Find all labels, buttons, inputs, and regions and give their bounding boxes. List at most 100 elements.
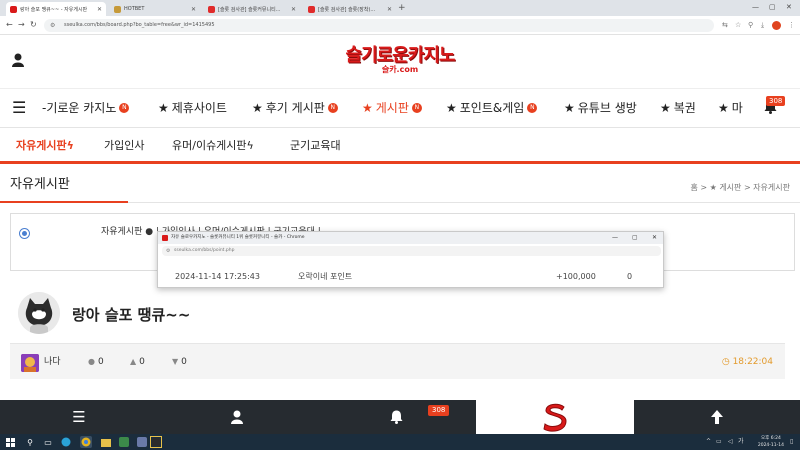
search-icon[interactable]: ⚲ bbox=[24, 436, 36, 448]
youtube-favicon-icon bbox=[308, 5, 315, 13]
translate-icon[interactable]: ⇆ bbox=[722, 19, 728, 31]
main-nav: ☰ -기로운 카지노 N ★ 제휴사이트 ★ 후기 게시판 N ★ 게시판 N … bbox=[0, 88, 800, 128]
network-icon[interactable]: ▭ bbox=[716, 437, 722, 447]
nav-item-label: 복권 bbox=[673, 101, 696, 115]
user-icon[interactable] bbox=[12, 53, 24, 71]
post-title: 랑아 슬포 땡큐~~ bbox=[72, 306, 191, 324]
browser-menu-icon[interactable]: ⋮ bbox=[788, 19, 795, 31]
tray-chevron-icon[interactable]: ^ bbox=[706, 437, 711, 447]
site-logo[interactable]: 슬기로운카지노 슬카.com bbox=[334, 46, 466, 75]
subnav-item-label: 자유게시판 bbox=[16, 139, 67, 152]
sub-nav: 자유게시판ϟ 가입인사 유머/이슈게시판ϟ 군기교육대 bbox=[0, 129, 800, 164]
hamburger-menu-icon[interactable]: ☰ bbox=[12, 100, 26, 116]
close-tab-icon[interactable]: ✕ bbox=[97, 6, 102, 13]
site-info-icon[interactable]: ⚙ bbox=[50, 19, 55, 32]
file-explorer-icon[interactable] bbox=[100, 436, 112, 448]
forward-icon[interactable]: → bbox=[18, 19, 25, 31]
like-count[interactable]: ▲ 0 bbox=[130, 356, 145, 368]
close-window-icon[interactable]: ✕ bbox=[786, 1, 792, 13]
nav-item-label: 후기 게시판 bbox=[265, 101, 325, 115]
app-icon[interactable] bbox=[118, 436, 130, 448]
browser-tab[interactable]: [슬롯 검사관] 슬롯커뮤니티... ✕ bbox=[204, 2, 300, 16]
new-badge: N bbox=[411, 103, 422, 113]
close-tab-icon[interactable]: ✕ bbox=[191, 6, 196, 13]
subnav-item-discipline[interactable]: 군기교육대 bbox=[290, 139, 341, 153]
star-icon: ★ bbox=[660, 101, 671, 115]
star-icon: ★ bbox=[718, 101, 729, 115]
bottom-bell-icon[interactable] bbox=[316, 400, 476, 434]
close-tab-icon[interactable]: ✕ bbox=[387, 6, 392, 13]
star-icon: ★ bbox=[564, 101, 575, 115]
minimize-icon[interactable]: — bbox=[612, 232, 618, 244]
windows-start-icon[interactable] bbox=[4, 436, 16, 448]
breadcrumb: 홈 > ★ 게시판 > 자유게시판 bbox=[690, 183, 790, 192]
close-tab-icon[interactable]: ✕ bbox=[291, 6, 296, 13]
category-radio[interactable] bbox=[19, 228, 30, 239]
taskbar-clock[interactable]: 오후 6:24 2024-11-14 bbox=[758, 435, 784, 449]
subnav-item-humor[interactable]: 유머/이슈게시판ϟ bbox=[172, 139, 254, 153]
post-author[interactable]: 나다 bbox=[44, 356, 61, 368]
task-view-icon[interactable]: ▭ bbox=[42, 436, 54, 448]
notification-count-badge: 308 bbox=[766, 96, 786, 106]
bookmark-star-icon[interactable]: ☆ bbox=[735, 19, 741, 31]
maximize-icon[interactable]: ▢ bbox=[632, 232, 638, 244]
nav-item-board[interactable]: ★ 게시판 N bbox=[362, 101, 422, 115]
subnav-item-greetings[interactable]: 가입인사 bbox=[104, 139, 144, 153]
nav-item-label: 마 bbox=[731, 101, 743, 115]
scroll-top-icon[interactable] bbox=[634, 400, 800, 434]
edge-icon[interactable] bbox=[60, 436, 72, 448]
new-tab-icon[interactable]: + bbox=[398, 2, 406, 14]
nav-item-points-games[interactable]: ★ 포인트&게임 N bbox=[446, 101, 538, 115]
maximize-icon[interactable]: ▢ bbox=[769, 1, 776, 13]
chrome-icon[interactable] bbox=[80, 436, 92, 448]
nav-item-label: 유튜브 생방 bbox=[577, 101, 637, 115]
logo-sub-text: 슬카.com bbox=[381, 65, 419, 74]
url-input[interactable]: ⚙ sseulka.com/bbs/board.php?bo_table=fre… bbox=[44, 19, 714, 32]
star-icon: ★ bbox=[158, 101, 169, 115]
nav-item-lottery[interactable]: ★ 복권 bbox=[660, 101, 696, 115]
close-window-icon[interactable]: ✕ bbox=[652, 232, 657, 244]
nav-item-casino[interactable]: -기로운 카지노 N bbox=[42, 101, 130, 115]
subnav-item-free-board[interactable]: 자유게시판ϟ bbox=[16, 139, 74, 153]
nav-item-youtube[interactable]: ★ 유튜브 생방 bbox=[564, 101, 637, 115]
browser-tab[interactable]: HOTBET ✕ bbox=[110, 2, 200, 16]
minimize-icon[interactable]: — bbox=[752, 1, 759, 13]
author-avatar[interactable] bbox=[18, 292, 60, 334]
clock-time: 오후 6:24 bbox=[761, 436, 781, 441]
popup-titlebar[interactable]: 자유 슬로우카지노 - 슬롯커뮤니티 1위 슬롯커뮤니티 - 슬카 - Chro… bbox=[158, 232, 663, 244]
dislike-count[interactable]: ▼ 0 bbox=[172, 356, 187, 368]
download-icon[interactable]: ⤓ bbox=[761, 19, 764, 31]
nav-item-label: 제휴사이트 bbox=[171, 101, 227, 115]
bottom-menu-icon[interactable]: ☰ bbox=[0, 400, 158, 434]
extensions-icon[interactable]: ⚲ bbox=[748, 19, 753, 31]
lightning-icon: ϟ bbox=[246, 139, 254, 152]
site-favicon-icon bbox=[10, 5, 17, 13]
profile-avatar[interactable] bbox=[772, 21, 781, 30]
new-badge: N bbox=[119, 103, 130, 113]
popup-url-bar: ⚙ sseulka.com/bbs/point.php bbox=[162, 246, 661, 256]
browser-tab-title: [슬롯 검사관] 슬롯(장착)... bbox=[318, 6, 376, 13]
nav-item-label: 포인트&게임 bbox=[459, 101, 525, 115]
comment-count-value: 0 bbox=[97, 357, 104, 367]
bottom-user-icon[interactable] bbox=[158, 400, 316, 434]
popup-title-text: 자유 슬로우카지노 - 슬롯커뮤니티 1위 슬롯커뮤니티 - 슬카 - Chro… bbox=[171, 235, 305, 240]
reload-icon[interactable]: ↻ bbox=[30, 19, 37, 31]
bottom-home-logo[interactable] bbox=[476, 400, 634, 434]
back-icon[interactable]: ← bbox=[6, 19, 13, 31]
nav-item-partners[interactable]: ★ 제휴사이트 bbox=[158, 101, 227, 115]
app-icon[interactable] bbox=[150, 436, 162, 448]
browser-tab-title: [슬롯 검사관] 슬롯커뮤니티... bbox=[218, 6, 281, 13]
youtube-favicon-icon bbox=[208, 5, 215, 13]
app-icon[interactable] bbox=[136, 436, 148, 448]
star-icon: ★ bbox=[252, 101, 263, 115]
ime-icon[interactable]: 가 bbox=[738, 437, 744, 447]
comment-count: ● 0 bbox=[88, 356, 104, 368]
browser-tab[interactable]: [슬롯 검사관] 슬롯(장착)... ✕ bbox=[304, 2, 396, 16]
notification-center-icon[interactable]: ▯ bbox=[790, 437, 793, 447]
volume-icon[interactable]: ◁ bbox=[728, 437, 733, 447]
point-description: 오락이네 포인트 bbox=[298, 272, 353, 281]
nav-item-reviews[interactable]: ★ 후기 게시판 N bbox=[252, 101, 338, 115]
browser-tab[interactable]: 랑아 슬포 땡큐~~ - 자유게시판 ✕ bbox=[6, 2, 106, 16]
site-favicon-icon bbox=[162, 235, 168, 241]
nav-item-more[interactable]: ★ 마 bbox=[718, 101, 743, 115]
